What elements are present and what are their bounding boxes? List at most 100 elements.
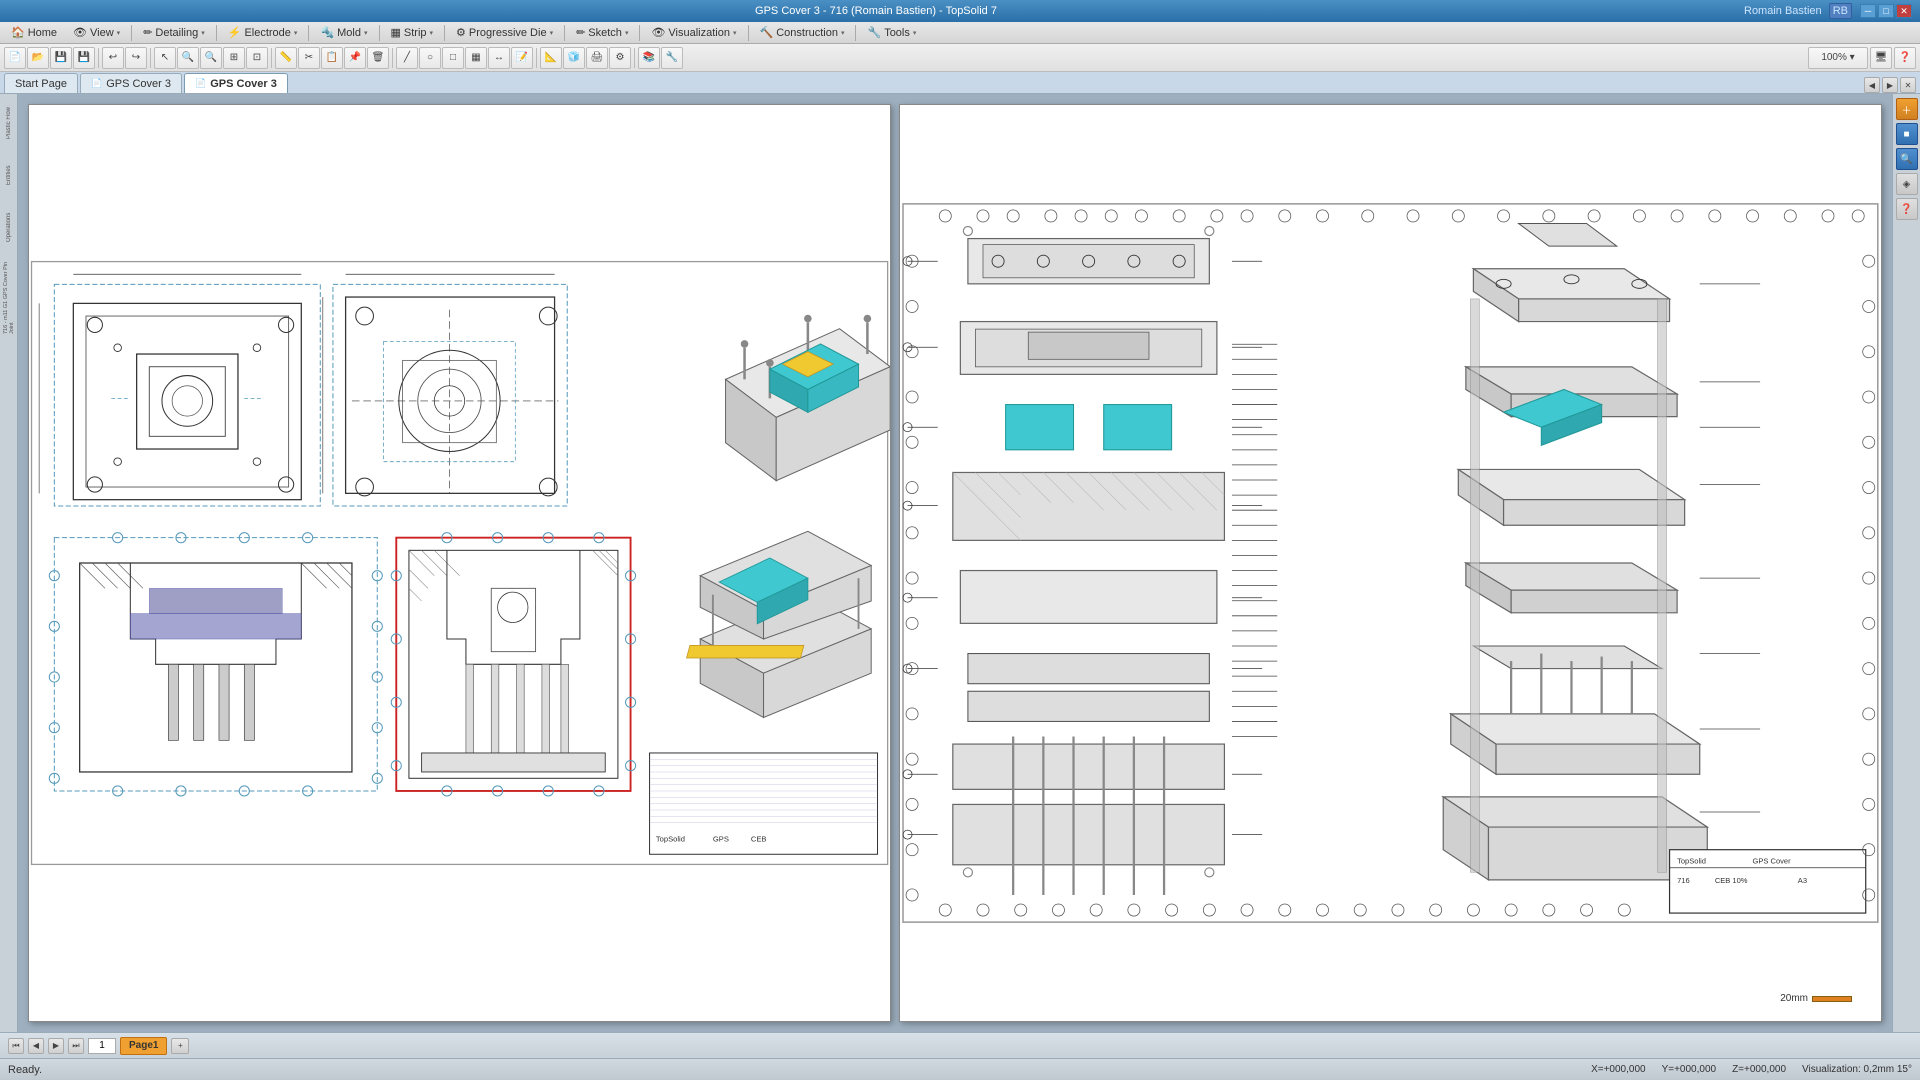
tb-delete[interactable]: 🗑 bbox=[367, 47, 389, 69]
right-icon-search[interactable]: 🔍 bbox=[1896, 148, 1918, 170]
tb-print[interactable]: 🖨 bbox=[586, 47, 608, 69]
svg-text:CEB: CEB bbox=[751, 835, 767, 844]
tb-new[interactable]: 📄 bbox=[4, 47, 26, 69]
tb-dim[interactable]: ↔ bbox=[488, 47, 510, 69]
nav-prev-page[interactable]: ◀ bbox=[28, 1038, 44, 1054]
tb-redo[interactable]: ↪ bbox=[125, 47, 147, 69]
left-icon-part-label: 716 - m11 G1 GPS Cover Pin Joint bbox=[2, 254, 16, 334]
right-icon-settings[interactable]: ◈ bbox=[1896, 173, 1918, 195]
right-icon-add[interactable]: ＋ bbox=[1896, 98, 1918, 120]
tab-gps-cover-3-2[interactable]: 📄 GPS Cover 3 bbox=[184, 73, 288, 93]
tb-save[interactable]: 💾 bbox=[50, 47, 72, 69]
scale-label: 20mm bbox=[1780, 993, 1808, 1004]
menu-electrode[interactable]: ⚡ Electrode ▾ bbox=[221, 23, 305, 42]
tb-sep-2 bbox=[150, 48, 151, 68]
title-block-sheet2: TopSolid GPS Cover 716 CEB 10% A3 bbox=[1670, 850, 1866, 913]
tb-settings[interactable]: ⚙ bbox=[609, 47, 631, 69]
right-icon-view[interactable]: ■ bbox=[1896, 123, 1918, 145]
tb-view-options[interactable]: 🖥 bbox=[1870, 47, 1892, 69]
tb-line[interactable]: ╱ bbox=[396, 47, 418, 69]
tb-zoom-in[interactable]: 🔍 bbox=[177, 47, 199, 69]
page-number-input[interactable] bbox=[88, 1038, 116, 1054]
tb-sep-4 bbox=[392, 48, 393, 68]
tab-close[interactable]: ✕ bbox=[1900, 77, 1916, 93]
svg-text:CEB 10%: CEB 10% bbox=[1715, 876, 1748, 885]
menu-separator-3 bbox=[308, 25, 309, 41]
tb-sep-3 bbox=[271, 48, 272, 68]
menu-view[interactable]: 👁 View ▾ bbox=[66, 23, 127, 42]
drawing-sheet-1: TopSolid GPS CEB bbox=[28, 104, 891, 1022]
sheet1-svg: TopSolid GPS CEB bbox=[29, 105, 890, 1021]
z-coord: Z=+000,000 bbox=[1732, 1064, 1786, 1075]
tb-paste[interactable]: 📌 bbox=[344, 47, 366, 69]
menu-separator-8 bbox=[748, 25, 749, 41]
bottom-bar: ⏮ ◀ ▶ ⏭ Page1 + bbox=[0, 1032, 1920, 1058]
tb-undo[interactable]: ↩ bbox=[102, 47, 124, 69]
title-bar: GPS Cover 3 - 716 (Romain Bastien) - Top… bbox=[0, 0, 1920, 22]
tab-start-page[interactable]: Start Page bbox=[4, 73, 78, 93]
tb-measure[interactable]: 📏 bbox=[275, 47, 297, 69]
tb-select[interactable]: ↖ bbox=[154, 47, 176, 69]
tb-saveall[interactable]: 💾 bbox=[73, 47, 95, 69]
tab-scroll-right[interactable]: ▶ bbox=[1882, 77, 1898, 93]
page-tab-1[interactable]: Page1 bbox=[120, 1037, 167, 1055]
menu-tools[interactable]: 🔧 Tools ▾ bbox=[860, 23, 923, 42]
maximize-button[interactable]: □ bbox=[1878, 4, 1894, 18]
menu-sketch[interactable]: ✏ Sketch ▾ bbox=[569, 23, 635, 42]
menu-construction[interactable]: 🔨 Construction ▾ bbox=[753, 23, 852, 42]
left-icon-entities[interactable]: Entities bbox=[2, 150, 16, 200]
menu-separator-9 bbox=[855, 25, 856, 41]
toolbar: 📄 📂 💾 💾 ↩ ↪ ↖ 🔍 🔍 ⊞ ⊡ 📏 ✂ 📋 📌 🗑 ╱ ○ □ ▦ … bbox=[0, 44, 1920, 72]
add-page-btn[interactable]: + bbox=[171, 1038, 189, 1054]
tb-zoom-out[interactable]: 🔍 bbox=[200, 47, 222, 69]
tb-view-3d[interactable]: 🧊 bbox=[563, 47, 585, 69]
menu-bar: 🏠 Home 👁 View ▾ ✏ Detailing ▾ ⚡ Electrod… bbox=[0, 22, 1920, 44]
scale-line bbox=[1812, 996, 1852, 1002]
tb-properties[interactable]: 🔧 bbox=[661, 47, 683, 69]
user-initials: RB bbox=[1829, 3, 1852, 19]
main-area: Plastic Flow Entities Operations 716 - m… bbox=[0, 94, 1920, 1032]
minimize-button[interactable]: ─ bbox=[1860, 4, 1876, 18]
menu-detailing[interactable]: ✏ Detailing ▾ bbox=[136, 23, 212, 42]
tb-rect[interactable]: □ bbox=[442, 47, 464, 69]
tb-hatch[interactable]: ▦ bbox=[465, 47, 487, 69]
tb-circle[interactable]: ○ bbox=[419, 47, 441, 69]
tab-gps-cover-3-1[interactable]: 📄 GPS Cover 3 bbox=[80, 73, 182, 93]
menu-progressive-die[interactable]: ⚙ Progressive Die ▾ bbox=[449, 23, 560, 42]
tb-help[interactable]: ❓ bbox=[1894, 47, 1916, 69]
title-block-sheet1: TopSolid GPS CEB bbox=[650, 753, 878, 854]
status-bar: Ready. X=+000,000 Y=+000,000 Z=+000,000 … bbox=[0, 1058, 1920, 1080]
menu-visualization[interactable]: 👁 Visualization ▾ bbox=[644, 23, 743, 42]
tb-sep-1 bbox=[98, 48, 99, 68]
tb-cut[interactable]: ✂ bbox=[298, 47, 320, 69]
tb-view-sheet[interactable]: 📐 bbox=[540, 47, 562, 69]
tab-scroll-left[interactable]: ◀ bbox=[1864, 77, 1880, 93]
drawing-area[interactable]: TopSolid GPS CEB bbox=[18, 94, 1892, 1032]
tb-zoom-fit[interactable]: ⊞ bbox=[223, 47, 245, 69]
nav-first-page[interactable]: ⏮ bbox=[8, 1038, 24, 1054]
user-name: Romain Bastien bbox=[1744, 5, 1822, 17]
right-icon-help[interactable]: ❓ bbox=[1896, 198, 1918, 220]
title-bar-title: GPS Cover 3 - 716 (Romain Bastien) - Top… bbox=[8, 5, 1744, 17]
tb-copy[interactable]: 📋 bbox=[321, 47, 343, 69]
tb-note[interactable]: 📝 bbox=[511, 47, 533, 69]
svg-text:TopSolid: TopSolid bbox=[1677, 856, 1706, 865]
tb-open[interactable]: 📂 bbox=[27, 47, 49, 69]
close-button[interactable]: ✕ bbox=[1896, 4, 1912, 18]
right-panel: ＋ ■ 🔍 ◈ ❓ bbox=[1892, 94, 1920, 1032]
nav-last-page[interactable]: ⏭ bbox=[68, 1038, 84, 1054]
left-icon-plastic-flow[interactable]: Plastic Flow bbox=[2, 98, 16, 148]
x-coord: X=+000,000 bbox=[1591, 1064, 1646, 1075]
tb-sep-5 bbox=[536, 48, 537, 68]
menu-home[interactable]: 🏠 Home bbox=[4, 23, 64, 42]
svg-text:GPS Cover: GPS Cover bbox=[1753, 856, 1792, 865]
nav-next-page[interactable]: ▶ bbox=[48, 1038, 64, 1054]
tb-zoom-window[interactable]: ⊡ bbox=[246, 47, 268, 69]
left-icon-operations[interactable]: Operations bbox=[2, 202, 16, 252]
menu-mold[interactable]: 🔩 Mold ▾ bbox=[313, 23, 374, 42]
drawing-sheet-2: TopSolid GPS Cover 716 CEB 10% A3 bbox=[899, 104, 1882, 1022]
menu-strip[interactable]: ▦ Strip ▾ bbox=[384, 23, 441, 42]
tb-layer[interactable]: 📚 bbox=[638, 47, 660, 69]
left-panel: Plastic Flow Entities Operations 716 - m… bbox=[0, 94, 18, 1032]
tb-zoom-level[interactable]: 100% ▾ bbox=[1808, 47, 1868, 69]
